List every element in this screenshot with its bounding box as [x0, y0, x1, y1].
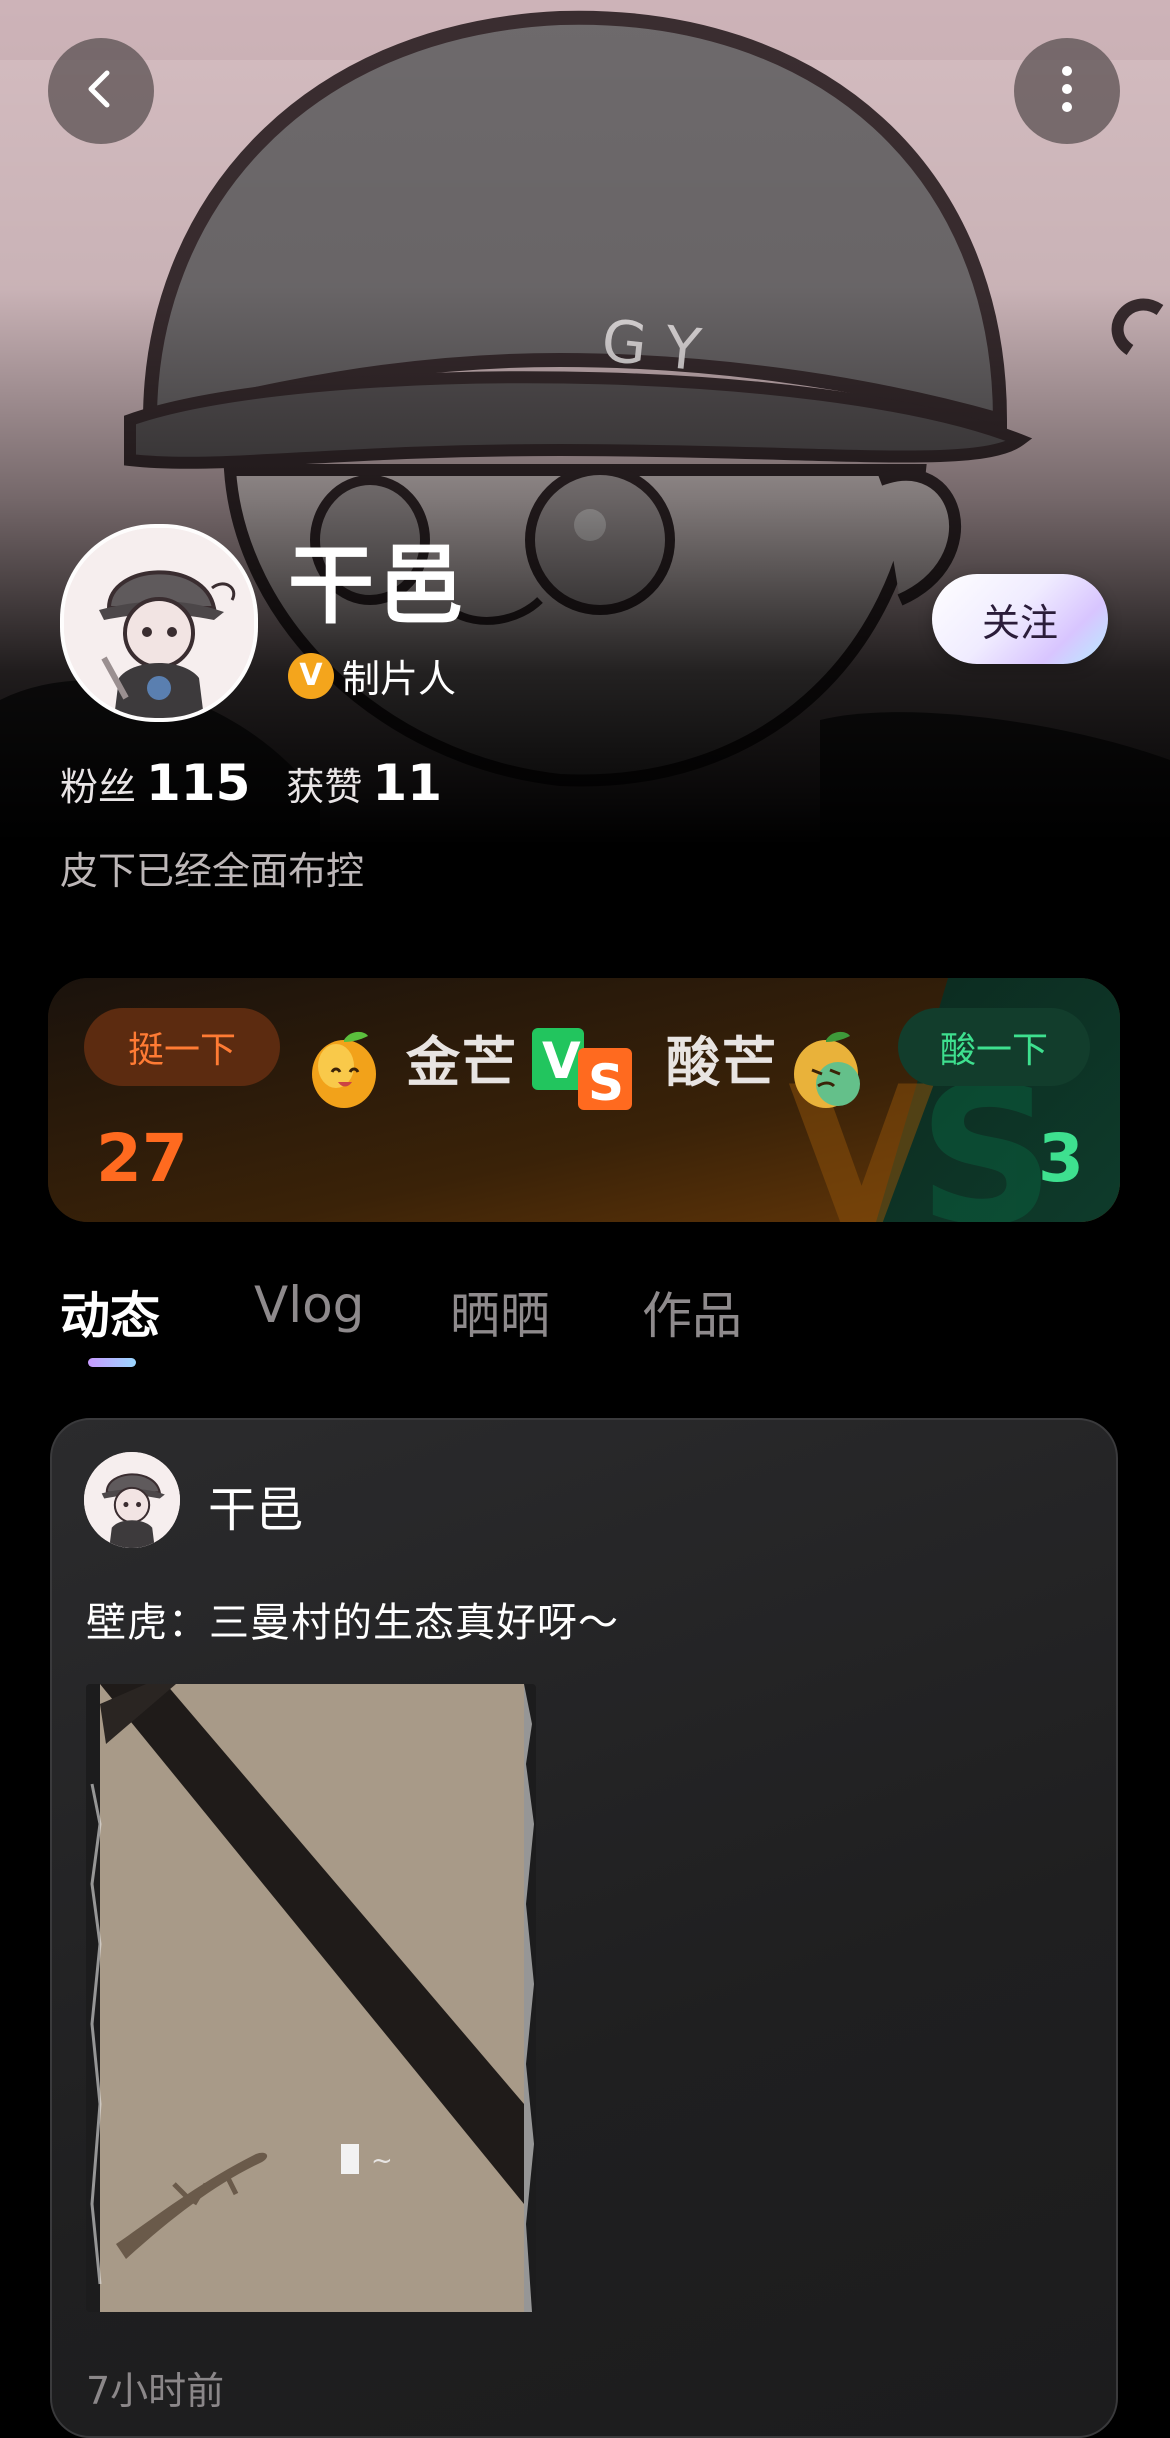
gecko-photo: ~: [86, 1684, 536, 2312]
back-button[interactable]: [48, 38, 154, 144]
profile-role: V 制片人: [288, 648, 456, 703]
tab-shaishai[interactable]: 晒晒: [450, 1276, 550, 1348]
post-timestamp: 7小时前: [86, 2369, 225, 2413]
gold-mango-count: 27: [96, 1120, 188, 1197]
follow-button[interactable]: 关注: [932, 574, 1108, 664]
profile-header-background: G Y: [0, 0, 1170, 960]
vs-v-letter: V: [542, 1032, 581, 1090]
profile-name: 干邑: [288, 536, 468, 636]
post-card[interactable]: 干邑 壁虎：三曼村的生态真好呀～ ~ 7小时前: [50, 1418, 1118, 2438]
sour-mango-icon: [786, 1026, 866, 1114]
likes-count: 11: [372, 754, 442, 812]
likes-label: 获赞: [286, 765, 363, 809]
followers-label: 粉丝: [60, 765, 137, 809]
role-label: 制片人: [342, 657, 457, 701]
post-image[interactable]: ~: [86, 1684, 536, 2312]
post-author-avatar[interactable]: [84, 1452, 180, 1548]
chevron-left-icon: [79, 67, 123, 115]
vs-icon: V S: [532, 1028, 636, 1116]
hero-gradient-overlay: [0, 0, 1170, 960]
profile-avatar[interactable]: [60, 524, 258, 722]
profile-stats: 粉丝 115 获赞 11: [60, 754, 478, 812]
sour-mango-label: 酸芒: [666, 1031, 778, 1094]
support-gold-mango-button[interactable]: 挺一下: [84, 1008, 280, 1086]
more-vertical-icon: [1057, 64, 1077, 118]
more-options-button[interactable]: [1014, 38, 1120, 144]
tab-works[interactable]: 作品: [642, 1276, 742, 1348]
mango-vs-card: V S 挺一下 金芒 V S 酸芒 酸一下 27 3: [48, 978, 1120, 1222]
svg-text:~: ~: [371, 2146, 393, 2176]
gold-mango-icon: [304, 1026, 384, 1114]
tab-dynamics[interactable]: 动态: [60, 1276, 160, 1348]
profile-tabs: 动态 Vlog 晒晒 作品: [60, 1276, 1120, 1376]
profile-bio: 皮下已经全面布控: [60, 849, 365, 893]
gold-mango-label: 金芒: [406, 1031, 518, 1094]
avatar-illustration: [64, 528, 254, 718]
tab-vlog[interactable]: Vlog: [254, 1276, 364, 1334]
verified-badge-icon: V: [288, 652, 334, 699]
active-tab-indicator: [88, 1358, 136, 1367]
post-text: 壁虎：三曼村的生态真好呀～: [86, 1600, 619, 1646]
post-author-name[interactable]: 干邑: [208, 1470, 304, 1540]
vs-s-letter: S: [588, 1054, 624, 1112]
followers-count[interactable]: 115: [146, 754, 250, 812]
sour-mango-count: 3: [1038, 1120, 1084, 1197]
support-sour-mango-button[interactable]: 酸一下: [898, 1008, 1090, 1086]
